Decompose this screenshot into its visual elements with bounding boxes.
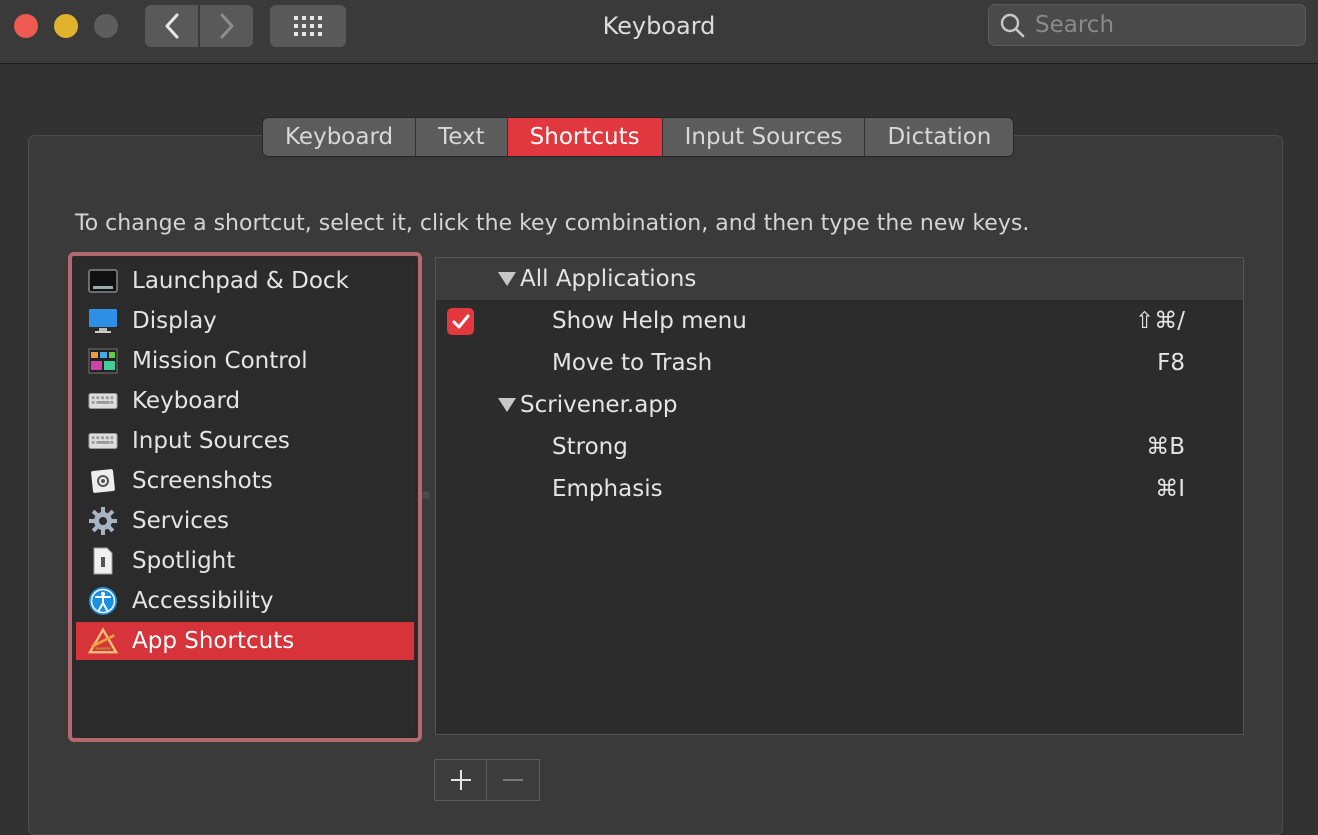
add-shortcut-button[interactable] (435, 760, 487, 800)
search-icon (1000, 13, 1025, 38)
sidebar-item-label: Mission Control (132, 348, 308, 374)
disclosure-triangle-icon[interactable] (498, 272, 516, 286)
tab-dictation[interactable]: Dictation (865, 118, 1014, 156)
sidebar-item-label: Screenshots (132, 468, 273, 494)
group-label: Scrivener.app (520, 392, 678, 418)
sidebar-item-label: Accessibility (132, 588, 274, 614)
group-label: All Applications (520, 266, 697, 292)
minus-icon (503, 779, 523, 781)
mission-control-icon (88, 346, 118, 376)
tab-input-sources[interactable]: Input Sources (662, 118, 866, 156)
tab-keyboard[interactable]: Keyboard (263, 118, 417, 156)
sidebar-item-label: App Shortcuts (132, 628, 295, 654)
shortcut-category-list: Launchpad & Dock Display Mission Control… (68, 252, 422, 742)
gear-icon (88, 506, 118, 536)
app-shortcuts-icon (88, 626, 118, 656)
sidebar-item-label: Input Sources (132, 428, 290, 454)
shortcut-keys[interactable]: F8 (1157, 350, 1185, 376)
sidebar-list: Launchpad & Dock Display Mission Control… (76, 260, 414, 734)
sidebar-item-label: Launchpad & Dock (132, 268, 349, 294)
sidebar-item-services[interactable]: Services (76, 502, 414, 540)
accessibility-icon (88, 586, 118, 616)
shortcut-keys[interactable]: ⌘B (1146, 434, 1185, 460)
sidebar-item-launchpad-dock[interactable]: Launchpad & Dock (76, 262, 414, 300)
shortcut-enabled-checkbox[interactable] (447, 308, 474, 335)
input-sources-icon (88, 426, 118, 456)
shortcut-keys[interactable]: ⌘I (1155, 476, 1185, 502)
spotlight-icon (88, 546, 118, 576)
plus-icon (450, 770, 471, 790)
sidebar-item-label: Keyboard (132, 388, 241, 414)
instructions-text: To change a shortcut, select it, click t… (75, 211, 1030, 236)
sidebar-item-label: Services (132, 508, 229, 534)
group-row-scrivener[interactable]: Scrivener.app (436, 384, 1243, 426)
checkmark-icon (452, 314, 469, 328)
sidebar-item-app-shortcuts[interactable]: App Shortcuts (76, 622, 414, 660)
sidebar-item-label: Spotlight (132, 548, 236, 574)
group-row-all-applications[interactable]: All Applications (436, 258, 1243, 300)
screenshots-icon (88, 466, 118, 496)
add-remove-control (434, 759, 540, 801)
tab-text[interactable]: Text (416, 118, 508, 156)
remove-shortcut-button[interactable] (487, 760, 539, 800)
sidebar-item-mission-control[interactable]: Mission Control (76, 342, 414, 380)
tab-shortcuts[interactable]: Shortcuts (507, 118, 663, 156)
sidebar-item-spotlight[interactable]: Spotlight (76, 542, 414, 580)
search-field[interactable] (988, 4, 1306, 46)
sidebar-item-accessibility[interactable]: Accessibility (76, 582, 414, 620)
shortcut-row-show-help-menu[interactable]: Show Help menu ⇧⌘/ (436, 300, 1243, 342)
sidebar-item-keyboard[interactable]: Keyboard (76, 382, 414, 420)
shortcut-name: Emphasis (552, 476, 663, 502)
sidebar-item-input-sources[interactable]: Input Sources (76, 422, 414, 460)
shortcut-name: Move to Trash (552, 350, 713, 376)
shortcut-name: Show Help menu (552, 308, 747, 334)
search-input[interactable] (1033, 11, 1287, 39)
shortcuts-table: All Applications Show Help menu ⇧⌘/ Move… (435, 257, 1244, 735)
shortcut-row-emphasis[interactable]: Emphasis ⌘I (436, 468, 1243, 510)
split-view-handle[interactable] (422, 491, 430, 499)
sidebar-item-screenshots[interactable]: Screenshots (76, 462, 414, 500)
sidebar-item-display[interactable]: Display (76, 302, 414, 340)
launchpad-dock-icon (88, 266, 118, 296)
shortcut-row-move-to-trash[interactable]: Move to Trash F8 (436, 342, 1243, 384)
tab-bar: Keyboard Text Shortcuts Input Sources Di… (262, 117, 1015, 157)
shortcut-keys[interactable]: ⇧⌘/ (1135, 308, 1185, 334)
keyboard-icon (88, 386, 118, 416)
title-bar: Keyboard (0, 0, 1318, 64)
sidebar-item-label: Display (132, 308, 217, 334)
shortcut-row-strong[interactable]: Strong ⌘B (436, 426, 1243, 468)
display-icon (88, 306, 118, 336)
shortcut-name: Strong (552, 434, 628, 460)
disclosure-triangle-icon[interactable] (498, 398, 516, 412)
